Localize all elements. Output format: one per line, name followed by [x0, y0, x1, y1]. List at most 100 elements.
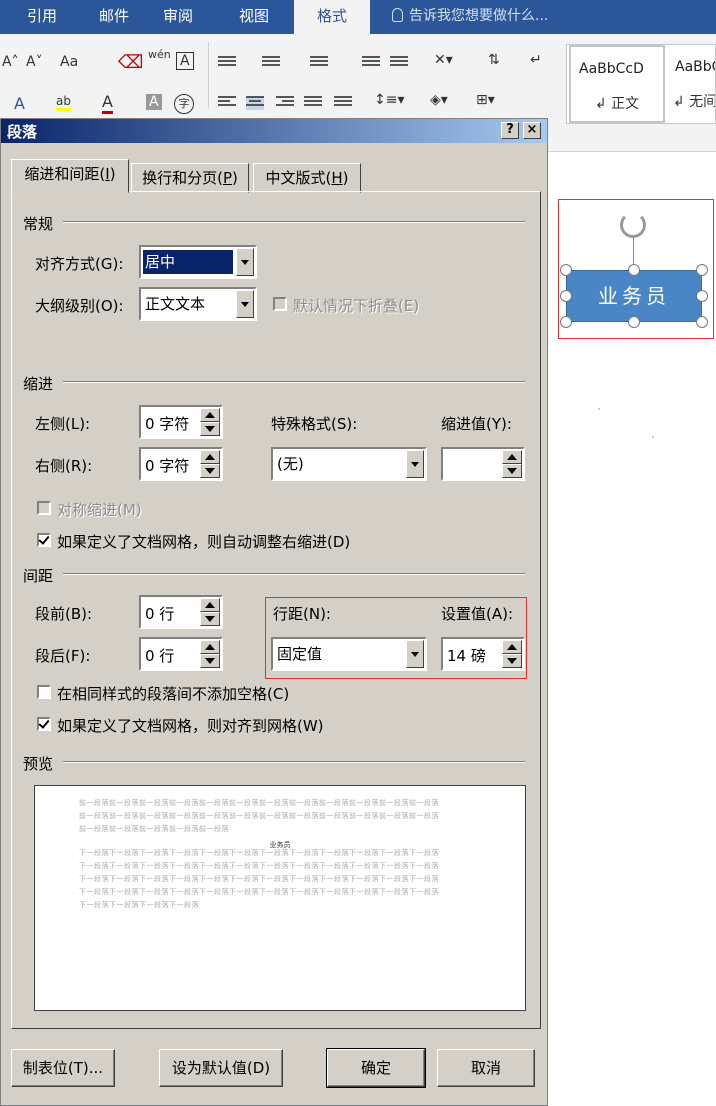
shrink-font-icon[interactable]: A˅: [26, 54, 43, 70]
style-no-spacing[interactable]: AaBbC ↲ 无间: [667, 45, 715, 123]
cancel-button[interactable]: 取消: [437, 1049, 535, 1087]
grow-font-icon[interactable]: A˄: [2, 54, 19, 70]
tab-references[interactable]: 引用: [0, 0, 84, 34]
increase-indent-icon[interactable]: [390, 56, 408, 70]
space-after-value: 0 行: [145, 647, 175, 665]
chevron-down-icon[interactable]: [236, 248, 254, 276]
align-right-icon[interactable]: [276, 96, 294, 110]
decrease-indent-icon[interactable]: [362, 56, 380, 70]
line-spacing-icon[interactable]: ↕≡▾: [374, 92, 405, 108]
dialog-titlebar[interactable]: 段落 ? ×: [1, 119, 547, 143]
indent-left-value: 0 字符: [145, 415, 190, 433]
tab-review[interactable]: 审阅: [148, 0, 208, 34]
tab-view[interactable]: 视图: [224, 0, 284, 34]
resize-handle[interactable]: [560, 264, 572, 276]
spin-down-icon[interactable]: [502, 464, 522, 478]
indent-right-spinner[interactable]: 0 字符: [139, 447, 223, 481]
rotate-handle-icon[interactable]: [620, 212, 646, 238]
tabs-button[interactable]: 制表位(T)...: [11, 1049, 115, 1087]
spin-up-icon[interactable]: [502, 640, 522, 654]
special-indent-select[interactable]: (无): [271, 447, 427, 481]
indent-by-spinner[interactable]: [441, 447, 525, 481]
resize-handle[interactable]: [696, 290, 708, 302]
enclose-char-icon[interactable]: 字: [174, 94, 194, 114]
indent-left-spinner[interactable]: 0 字符: [139, 405, 223, 439]
spin-up-icon[interactable]: [200, 408, 220, 422]
highlight-icon[interactable]: ab: [56, 94, 71, 111]
tab-format[interactable]: 格式: [294, 0, 370, 34]
spin-up-icon[interactable]: [200, 450, 220, 464]
char-border-icon[interactable]: A: [176, 52, 194, 70]
spin-down-icon[interactable]: [200, 654, 220, 668]
align-left-icon[interactable]: [218, 96, 236, 110]
spin-up-icon[interactable]: [200, 598, 220, 612]
space-after-spinner[interactable]: 0 行: [139, 637, 223, 671]
section-general-title: 常规: [23, 215, 54, 233]
resize-handle[interactable]: [560, 290, 572, 302]
align-center-icon[interactable]: [246, 96, 264, 110]
spin-down-icon[interactable]: [502, 654, 522, 668]
bullets-icon[interactable]: [218, 56, 236, 70]
style-name: ↲ 正文: [595, 96, 640, 112]
chevron-down-icon[interactable]: [406, 640, 424, 668]
resize-handle[interactable]: [628, 264, 640, 276]
text-effects-icon[interactable]: A: [14, 94, 25, 113]
spin-down-icon[interactable]: [200, 464, 220, 478]
change-case-icon[interactable]: Aa: [60, 54, 78, 70]
indent-right-label: 右侧(R):: [35, 457, 93, 475]
resize-handle[interactable]: [560, 316, 572, 328]
tab-line-page-breaks[interactable]: 换行和分页(P): [131, 163, 249, 193]
resize-handle[interactable]: [696, 316, 708, 328]
section-divider: [63, 761, 525, 763]
auto-adjust-label: 如果定义了文档网格，则自动调整右缩进(D): [57, 533, 351, 551]
chevron-down-icon[interactable]: [406, 450, 424, 478]
spin-down-icon[interactable]: [200, 422, 220, 436]
chevron-down-icon[interactable]: [236, 290, 254, 318]
multilevel-list-icon[interactable]: [310, 56, 328, 70]
sort-icon[interactable]: ⇅: [488, 52, 500, 68]
shading-icon[interactable]: ◈▾: [430, 92, 448, 108]
help-button[interactable]: ?: [501, 122, 519, 139]
collapse-checkbox[interactable]: [273, 297, 287, 311]
alignment-label: 对齐方式(G):: [35, 255, 124, 273]
space-before-value: 0 行: [145, 605, 175, 623]
clear-format-icon[interactable]: ⌫: [118, 52, 143, 73]
distributed-icon[interactable]: [334, 96, 352, 110]
tell-me-search[interactable]: 告诉我您想要做什么...: [392, 0, 548, 34]
doc-mark: [652, 436, 654, 438]
close-button[interactable]: ×: [523, 122, 541, 139]
tab-indents-spacing[interactable]: 缩进和间距(I): [11, 159, 129, 193]
at-spinner[interactable]: 14 磅: [441, 637, 525, 671]
show-marks-icon[interactable]: ↵: [530, 52, 542, 68]
char-shading-icon[interactable]: A: [146, 94, 162, 110]
shape-textbox[interactable]: 业务员: [566, 270, 702, 322]
phonetic-guide-icon[interactable]: wén: [148, 48, 171, 61]
font-color-icon[interactable]: A: [102, 92, 113, 114]
resize-handle[interactable]: [628, 316, 640, 328]
style-normal[interactable]: AaBbCcD ↲ 正文: [569, 45, 665, 123]
dialog-title: 段落: [7, 123, 38, 141]
mirror-indent-checkbox[interactable]: [37, 501, 51, 515]
borders-icon[interactable]: ⊞▾: [476, 92, 495, 108]
resize-handle[interactable]: [696, 264, 708, 276]
spin-down-icon[interactable]: [200, 612, 220, 626]
spin-up-icon[interactable]: [502, 450, 522, 464]
preview-next-line: 下一段落下一段落下一段落下一段落下一段落下一段落下一段落下一段落下一段落下一段落…: [79, 875, 439, 883]
outline-level-select[interactable]: 正文文本: [139, 287, 257, 321]
spin-up-icon[interactable]: [200, 640, 220, 654]
auto-adjust-checkbox[interactable]: [37, 533, 51, 547]
set-default-button[interactable]: 设为默认值(D): [159, 1049, 283, 1087]
no-space-same-style-checkbox[interactable]: [37, 685, 51, 699]
snap-to-grid-checkbox[interactable]: [37, 717, 51, 731]
justify-icon[interactable]: [304, 96, 322, 110]
section-preview-title: 预览: [23, 755, 54, 773]
tab-mailings[interactable]: 邮件: [84, 0, 144, 34]
numbering-icon[interactable]: [262, 56, 280, 70]
line-spacing-select[interactable]: 固定值: [271, 637, 427, 671]
alignment-select[interactable]: 居中: [139, 245, 257, 279]
chinese-layout-icon[interactable]: ✕▾: [434, 52, 453, 68]
tab-label: 中文版式(: [265, 169, 332, 187]
ok-button[interactable]: 确定: [326, 1048, 426, 1088]
tab-asian-typography[interactable]: 中文版式(H): [253, 163, 361, 193]
space-before-spinner[interactable]: 0 行: [139, 595, 223, 629]
